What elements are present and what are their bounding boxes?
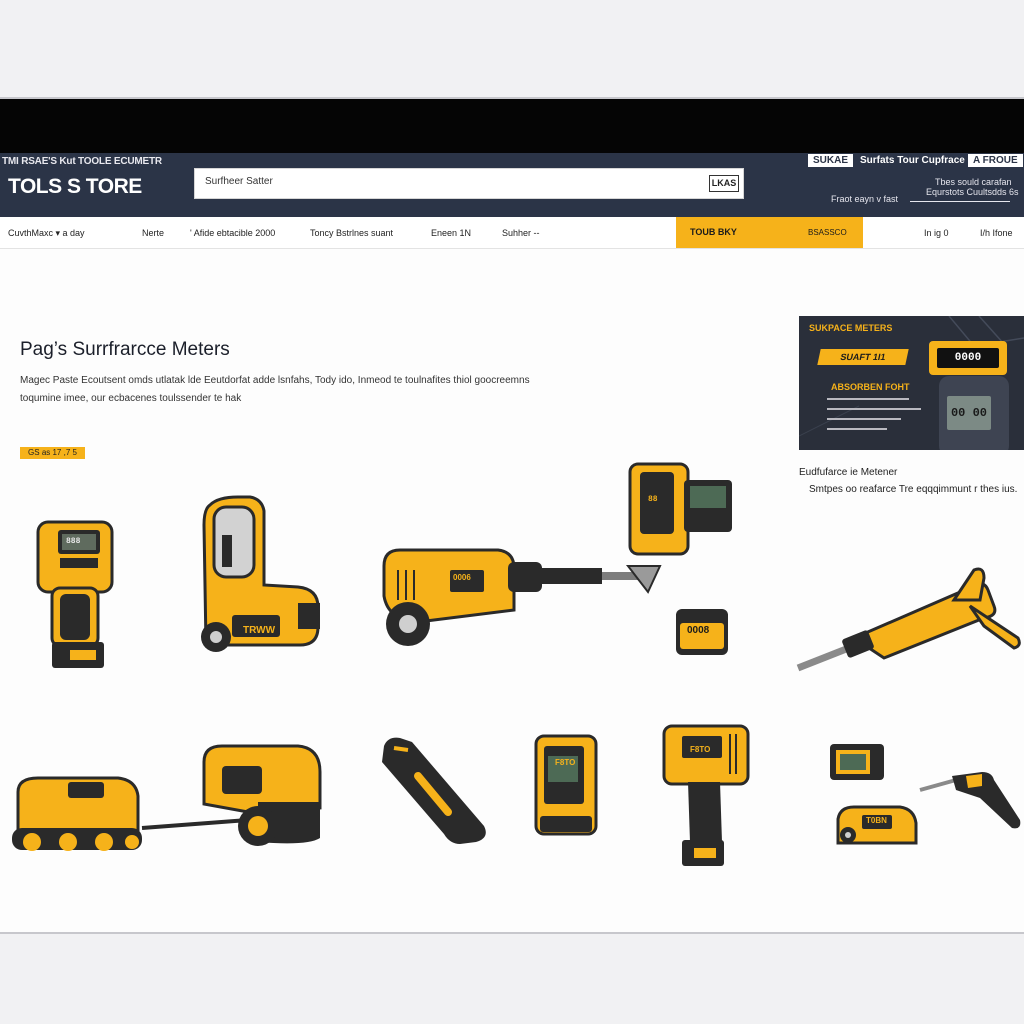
search-bar: LKAS xyxy=(194,168,744,199)
product-label: F8TO xyxy=(555,758,576,767)
product-label: TRWW xyxy=(243,625,276,636)
nav-item-account[interactable]: In ig 0 xyxy=(924,228,949,238)
sidebar-product-title[interactable]: Eudfufarce ie Metener xyxy=(799,467,897,478)
product-label: 0008 xyxy=(687,625,710,636)
promo-text-line xyxy=(827,398,909,400)
product-label: T0BN xyxy=(866,816,887,825)
product-moisture-meter[interactable] xyxy=(532,734,602,840)
product-label: 0006 xyxy=(453,573,471,582)
shop-now-button[interactable]: TOUB BKY BSASSCO xyxy=(676,217,863,248)
category-nav: CuvthMaxc ▾ a day Nerte ' Afide ebtacibl… xyxy=(0,217,1024,249)
promo-banner[interactable]: SUKPACE METERS SUAFT 1I1 0000 ABSORBEN F… xyxy=(799,316,1024,450)
header-right-pill-wrap: A FROUE xyxy=(968,154,1023,167)
promo-subtitle: ABSORBEN FOHT xyxy=(831,382,910,392)
site-header: TMI RSAE'S Kut TOOLE ECUMETR TOLS S TORE… xyxy=(0,153,1024,217)
header-right-group: SUKAE xyxy=(808,154,854,167)
promo-meter-display: 0000 xyxy=(937,348,999,368)
promo-device-icon: 00 00 xyxy=(939,376,1009,450)
product-display-value: 888 xyxy=(66,537,81,546)
nav-item-phone[interactable]: I/h Ifone xyxy=(980,228,1013,238)
region-pill[interactable]: SUKAE xyxy=(808,154,854,167)
header-sub-line-1: Tbes sould carafan xyxy=(935,177,1012,187)
page-description-line-1: Magec Paste Ecoutsent omds utlatak lde E… xyxy=(20,375,530,386)
shipping-note: Fraot eayn v fast xyxy=(831,194,899,204)
search-input[interactable] xyxy=(205,176,695,187)
product-mini-probe[interactable] xyxy=(916,766,1024,834)
window-frame-bottom xyxy=(0,934,1024,1024)
promo-tag: SUAFT 1I1 xyxy=(817,349,909,365)
promo-meter-icon: 0000 xyxy=(929,341,1007,375)
shop-now-sub: BSASSCO xyxy=(808,228,847,237)
nav-item-support[interactable]: Suhher -- xyxy=(502,228,540,238)
nav-item-brands[interactable]: Toncy Bstrlnes suant xyxy=(310,228,393,238)
promo-device-screen: 00 00 xyxy=(947,396,991,430)
account-pill[interactable]: A FROUE xyxy=(968,154,1023,167)
product-base-station[interactable] xyxy=(834,803,920,847)
nav-item-deals[interactable]: ' Afide ebtacible 2000 xyxy=(190,228,275,238)
top-banner xyxy=(0,99,1024,153)
header-divider xyxy=(910,201,1010,202)
sidebar-product-description: Smtpes oo reafarce Tre eqqqimmunt r thes… xyxy=(809,484,1018,495)
shop-now-label: TOUB BKY xyxy=(690,227,737,237)
price-badge[interactable]: GS as 17 ,7 5 xyxy=(20,447,85,459)
page-title: Pag’s Surrfrarcce Meters xyxy=(20,339,230,360)
nav-item-new[interactable]: Nerte xyxy=(142,228,164,238)
header-sub-line-2: Equrstots Cuultsdds 6s xyxy=(926,187,1019,197)
product-crawler-sensor[interactable] xyxy=(8,742,328,864)
product-display-value: 88 xyxy=(648,495,658,504)
store-logo[interactable]: TOLS S TORE xyxy=(8,175,142,199)
promo-text-line xyxy=(827,428,887,430)
product-label: F8TO xyxy=(690,745,711,754)
promo-text-line xyxy=(827,418,901,420)
nav-item-categories[interactable]: CuvthMaxc ▾ a day xyxy=(8,228,85,239)
product-probe-drill[interactable] xyxy=(378,540,664,650)
header-account-title[interactable]: Surfats Tour Cupfrace xyxy=(860,155,965,166)
promo-title: SUKPACE METERS xyxy=(809,323,893,333)
product-probe-gun[interactable] xyxy=(794,566,1022,678)
window-frame-top xyxy=(0,0,1024,98)
promo-text-line xyxy=(827,408,921,410)
product-stud-sensor[interactable] xyxy=(378,734,490,846)
store-tagline: TMI RSAE'S Kut TOOLE ECUMETR xyxy=(2,156,162,167)
product-wall-scanner[interactable] xyxy=(628,462,734,556)
page-description-line-2: toqumine imee, our ecbacenes toulssender… xyxy=(20,393,242,404)
search-button[interactable]: LKAS xyxy=(709,175,739,192)
product-mini-display[interactable] xyxy=(828,742,886,782)
nav-item-green[interactable]: Eneen 1N xyxy=(431,228,471,238)
